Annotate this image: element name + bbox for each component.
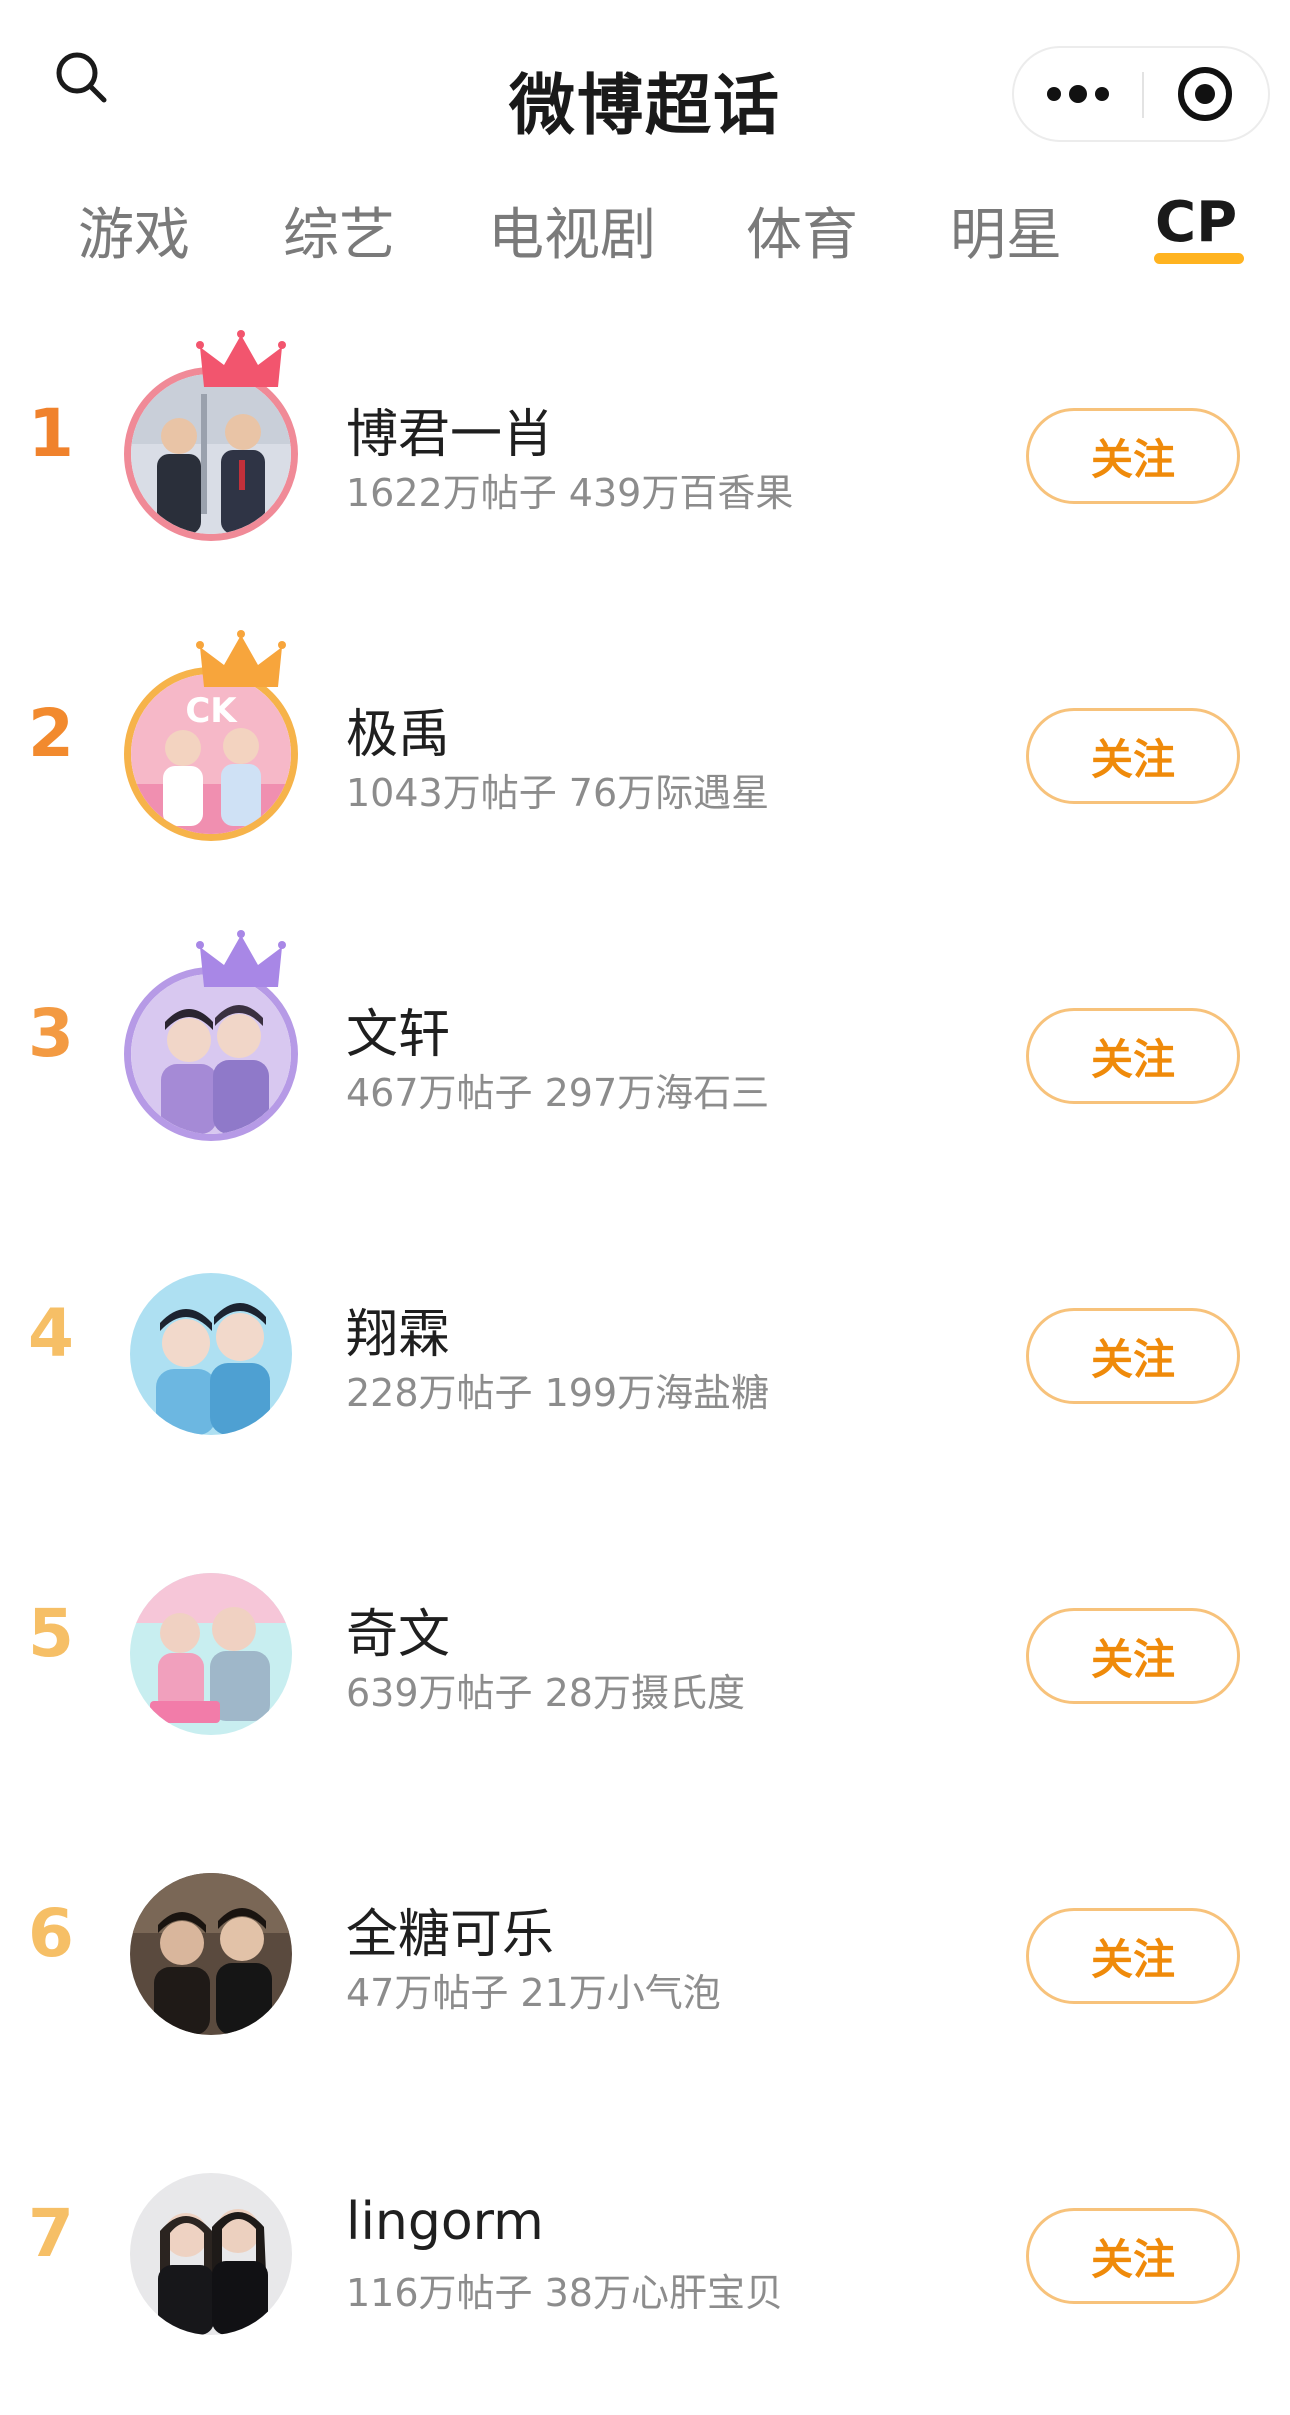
avatar[interactable]	[130, 1573, 292, 1735]
avatar-frame	[118, 1555, 304, 1741]
follow-button[interactable]: 关注	[1026, 408, 1240, 504]
topic-name: 奇文	[346, 1605, 451, 1665]
list-item[interactable]: 6 全糖可乐 47万帖子 21万小气泡 关注	[0, 1800, 1290, 2100]
follow-button[interactable]: 关注	[1026, 708, 1240, 804]
list-item[interactable]: 2 CK 极禹 1043万帖子 76万际遇星 关注	[0, 600, 1290, 900]
list-item[interactable]: 7 lingorm 116万帖子 38万心肝宝贝 关注	[0, 2100, 1290, 2400]
list-item[interactable]: 4 翔霖 228万帖子 199万海盐糖 关注	[0, 1200, 1290, 1500]
avatar-frame: CK	[118, 630, 304, 841]
tab-sports[interactable]: 体育	[746, 190, 858, 280]
rank-number: 7	[28, 2195, 74, 2272]
rank-number: 6	[28, 1895, 74, 1972]
tab-tv-series[interactable]: 电视剧	[488, 190, 656, 280]
avatar-frame	[118, 1255, 304, 1441]
follow-button[interactable]: 关注	[1026, 2208, 1240, 2304]
rank-number: 3	[28, 995, 74, 1072]
topic-name: 全糖可乐	[346, 1905, 555, 1965]
topic-name: lingorm	[346, 2192, 544, 2252]
mini-program-capsule	[1012, 46, 1270, 142]
tab-stars[interactable]: 明星	[950, 190, 1062, 280]
follow-button[interactable]: 关注	[1026, 1008, 1240, 1104]
category-tabs: 游戏 综艺 电视剧 体育 明星 CP	[0, 180, 1290, 290]
more-dots-icon[interactable]	[1014, 48, 1142, 140]
rank-number: 4	[28, 1295, 74, 1372]
topic-stats: 228万帖子 199万海盐糖	[346, 1371, 770, 1415]
tab-games[interactable]: 游戏	[78, 190, 190, 280]
avatar-frame	[118, 2155, 304, 2341]
follow-button[interactable]: 关注	[1026, 1308, 1240, 1404]
avatar[interactable]	[130, 1273, 292, 1435]
active-tab-indicator	[1154, 253, 1244, 264]
list-item[interactable]: 1 博君一肖 1622万帖子 439万百香果 关注	[0, 300, 1290, 600]
topic-name: 翔霖	[346, 1305, 451, 1365]
avatar-frame	[118, 930, 304, 1141]
target-icon[interactable]	[1144, 48, 1270, 140]
topic-name: 文轩	[346, 1005, 451, 1065]
rank-number: 1	[28, 395, 74, 472]
follow-button[interactable]: 关注	[1026, 1908, 1240, 2004]
crown-icon-orange	[196, 629, 286, 699]
topic-stats: 467万帖子 297万海石三	[346, 1071, 770, 1115]
topic-stats: 1622万帖子 439万百香果	[346, 471, 794, 515]
super-topic-page: 微博超话 游戏 综艺 电视剧 体育 明星 CP 1 博君一肖 1622万帖子 4…	[0, 0, 1290, 2415]
avatar[interactable]	[130, 2173, 292, 2335]
tab-variety[interactable]: 综艺	[283, 190, 395, 280]
topic-stats: 639万帖子 28万摄氏度	[346, 1671, 745, 1715]
tab-cp[interactable]: CP	[1155, 190, 1237, 280]
header: 微博超话	[0, 0, 1290, 180]
crown-icon-purple	[196, 929, 286, 999]
crown-icon-pink	[196, 329, 286, 399]
topic-name: 极禹	[346, 705, 451, 765]
avatar-frame	[118, 330, 304, 541]
list-item[interactable]: 5 奇文 639万帖子 28万摄氏度 关注	[0, 1500, 1290, 1800]
follow-button[interactable]: 关注	[1026, 1608, 1240, 1704]
avatar-frame	[118, 1855, 304, 2041]
list-item[interactable]: 3 文轩 467万帖子 297万海石三 关注	[0, 900, 1290, 1200]
topic-stats: 1043万帖子 76万际遇星	[346, 771, 770, 815]
rank-number: 2	[28, 695, 74, 772]
avatar[interactable]	[130, 1873, 292, 2035]
topic-stats: 116万帖子 38万心肝宝贝	[346, 2271, 783, 2315]
topic-name: 博君一肖	[346, 405, 555, 465]
topic-stats: 47万帖子 21万小气泡	[346, 1971, 721, 2015]
rank-number: 5	[28, 1595, 74, 1672]
